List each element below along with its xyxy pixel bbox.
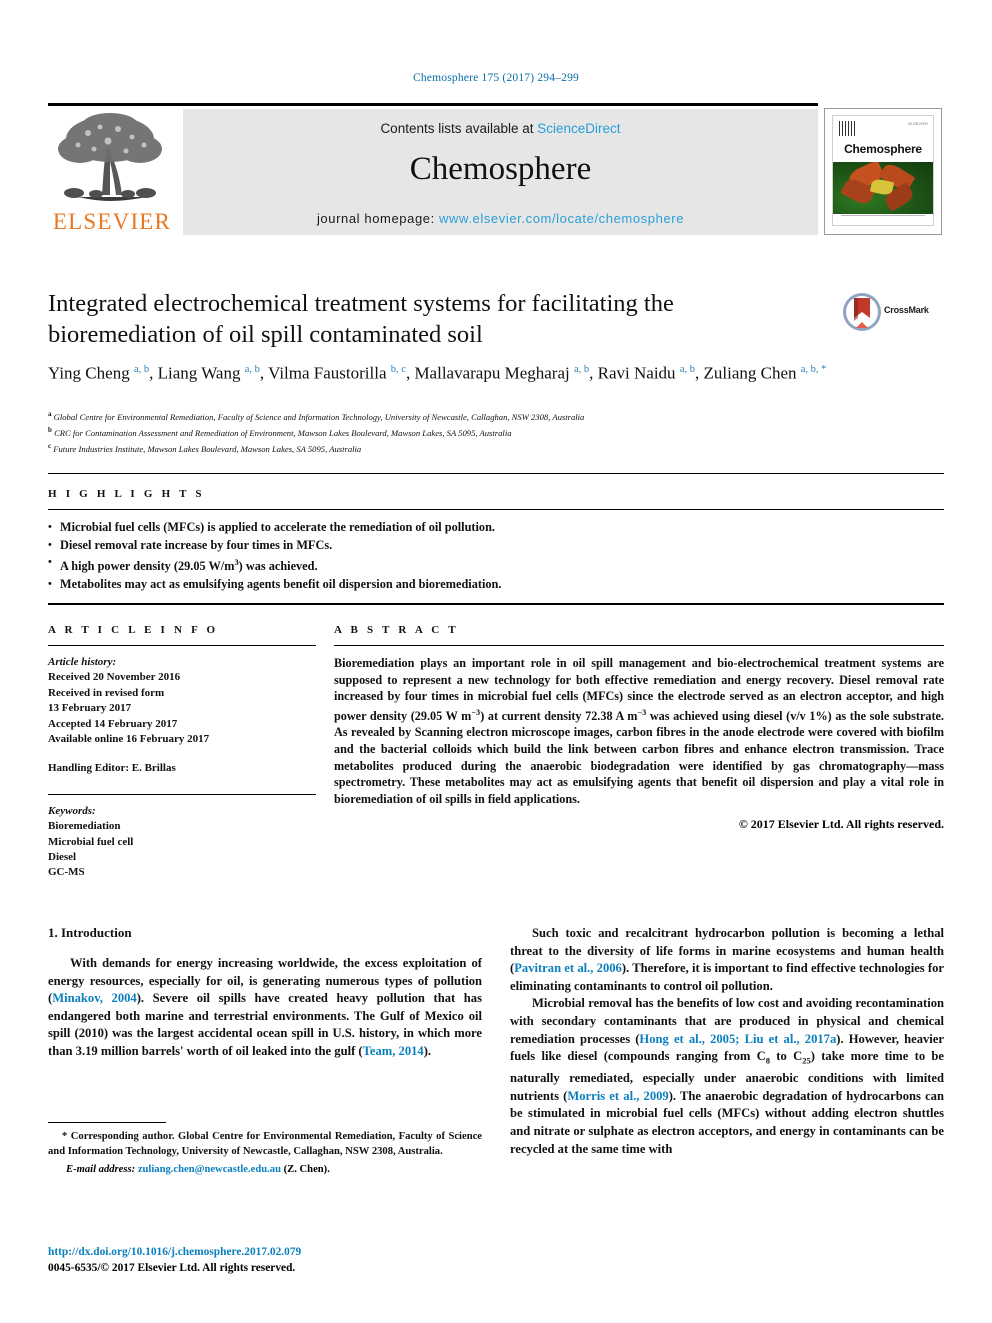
keywords-block: Keywords: Bioremediation Microbial fuel … <box>48 804 316 881</box>
homepage-label: journal homepage: <box>316 211 440 226</box>
corresponding-author-footnote: * Corresponding author. Global Centre fo… <box>48 1122 482 1177</box>
keyword-item: Diesel <box>48 851 77 864</box>
keywords-rule <box>48 793 316 795</box>
cover-divider <box>841 215 925 216</box>
keyword-item: Bioremediation <box>48 820 121 833</box>
journal-homepage-line: journal homepage: www.elsevier.com/locat… <box>183 211 818 226</box>
article-history-block: Article history: Received 20 November 20… <box>48 655 316 777</box>
affiliation-marker-a: a <box>48 410 52 418</box>
issn-copyright-line: 0045-6535/© 2017 Elsevier Ltd. All right… <box>48 1262 296 1274</box>
cover-publisher-mark: ELSEVIER <box>908 122 928 126</box>
highlights-section: H I G H L I G H T S Microbial fuel cells… <box>48 473 944 605</box>
keyword-item: Microbial fuel cell <box>48 835 134 848</box>
journal-cover-thumbnail: ELSEVIER Chemosphere <box>824 108 942 235</box>
email-suffix: (Z. Chen). <box>283 1163 330 1175</box>
barcode-icon <box>839 121 856 136</box>
affiliation-a: a Global Centre for Environmental Remedi… <box>48 408 938 424</box>
paragraph: With demands for energy increasing world… <box>48 956 482 1058</box>
article-page: Chemosphere 175 (2017) 294–299 ELSEVIER … <box>0 0 992 1323</box>
affiliation-b: b CRC for Contamination Assessment and R… <box>48 424 938 440</box>
keyword-item: GC-MS <box>48 866 85 879</box>
elsevier-wordmark: ELSEVIER <box>52 209 172 234</box>
elsevier-logo: ELSEVIER <box>48 109 176 235</box>
info-abstract-section: A R T I C L E I N F O Article history: R… <box>48 624 944 881</box>
cover-photo <box>833 162 933 214</box>
article-history-label: Article history: <box>48 656 117 668</box>
article-info-rule <box>48 645 316 646</box>
history-line: Accepted 14 February 2017 <box>48 717 178 730</box>
running-head: Chemosphere 175 (2017) 294–299 <box>412 72 580 84</box>
crossmark-label: CrossMark <box>884 305 929 315</box>
doi-footer: http://dx.doi.org/10.1016/j.chemosphere.… <box>48 1244 482 1276</box>
abstract-copyright: © 2017 Elsevier Ltd. All rights reserved… <box>738 817 944 832</box>
history-line: Received 20 November 2016 <box>48 671 181 684</box>
keywords-label: Keywords: <box>48 804 96 817</box>
affiliation-text-a: Global Centre for Environmental Remediat… <box>53 411 585 422</box>
footnote-email-line: E-mail address: zuliang.chen@newcastle.e… <box>48 1163 482 1178</box>
highlights-bottom-rule <box>48 603 944 605</box>
contents-prefix: Contents lists available at <box>380 121 538 136</box>
highlights-top-rule <box>48 473 944 474</box>
elsevier-tree-icon <box>58 113 162 201</box>
article-info-column: A R T I C L E I N F O Article history: R… <box>48 624 316 881</box>
abstract-column: A B S T R A C T Bioremediation plays an … <box>334 624 944 881</box>
journal-homepage-link[interactable]: www.elsevier.com/locate/chemosphere <box>439 211 684 226</box>
highlights-mid-rule <box>48 509 944 510</box>
email-label: E-mail address: <box>66 1163 136 1175</box>
journal-masthead: ELSEVIER Contents lists available at Sci… <box>48 103 944 235</box>
affiliation-text-c: Future Industries Institute, Mawson Lake… <box>53 443 362 454</box>
affiliation-text-b: CRC for Contamination Assessment and Rem… <box>54 427 512 438</box>
paragraph: Such toxic and recalcitrant hydrocarbon … <box>510 926 944 993</box>
journal-title: Chemosphere <box>409 151 592 187</box>
history-line: Received in revised form <box>48 686 165 699</box>
journal-banner: Contents lists available at ScienceDirec… <box>183 109 818 235</box>
footnote-rule <box>48 1122 166 1124</box>
doi-link[interactable]: http://dx.doi.org/10.1016/j.chemosphere.… <box>48 1246 301 1258</box>
contents-line: Contents lists available at ScienceDirec… <box>183 121 818 136</box>
highlights-heading: H I G H L I G H T S <box>48 488 205 500</box>
list-item: Diesel removal rate increase by four tim… <box>48 537 944 555</box>
list-item: Metabolites may act as emulsifying agent… <box>48 576 944 594</box>
abstract-heading: A B S T R A C T <box>334 624 459 636</box>
email-link[interactable]: zuliang.chen@newcastle.edu.au <box>138 1164 281 1175</box>
highlights-list: Microbial fuel cells (MFCs) is applied t… <box>48 519 944 593</box>
section-heading-introduction: 1. Introduction <box>48 925 132 940</box>
list-item: A high power density (29.05 W/m3) was ac… <box>48 554 944 576</box>
handling-editor: Handling Editor: E. Brillas <box>48 762 176 775</box>
abstract-rule <box>334 645 944 646</box>
abstract-text: Bioremediation plays an important role i… <box>334 656 944 806</box>
cover-journal-name: Chemosphere <box>844 142 922 156</box>
page-title: Integrated electrochemical treatment sys… <box>48 290 674 348</box>
affiliation-c: c Future Industries Institute, Mawson La… <box>48 440 938 456</box>
crossmark-icon <box>843 293 881 331</box>
body-right-column: Such toxic and recalcitrant hydrocarbon … <box>510 925 944 1158</box>
affiliation-marker-c: c <box>48 442 52 451</box>
affiliation-list: a Global Centre for Environmental Remedi… <box>48 408 938 456</box>
crossmark-badge[interactable]: CrossMark <box>842 292 946 334</box>
author-list: Ying Cheng a, b, Liang Wang a, b, Vilma … <box>48 363 827 383</box>
paragraph: Microbial removal has the benefits of lo… <box>510 996 945 1156</box>
history-line: Available online 16 February 2017 <box>48 733 210 746</box>
list-item: Microbial fuel cells (MFCs) is applied t… <box>48 519 944 537</box>
cover-inner: ELSEVIER Chemosphere <box>832 115 934 226</box>
masthead-top-rule <box>48 103 818 106</box>
article-info-heading: A R T I C L E I N F O <box>48 624 219 636</box>
affiliation-marker-b: b <box>48 426 52 435</box>
history-line: 13 February 2017 <box>48 702 132 715</box>
sciencedirect-link[interactable]: ScienceDirect <box>537 121 620 136</box>
footnote-text: * Corresponding author. Global Centre fo… <box>48 1131 482 1157</box>
